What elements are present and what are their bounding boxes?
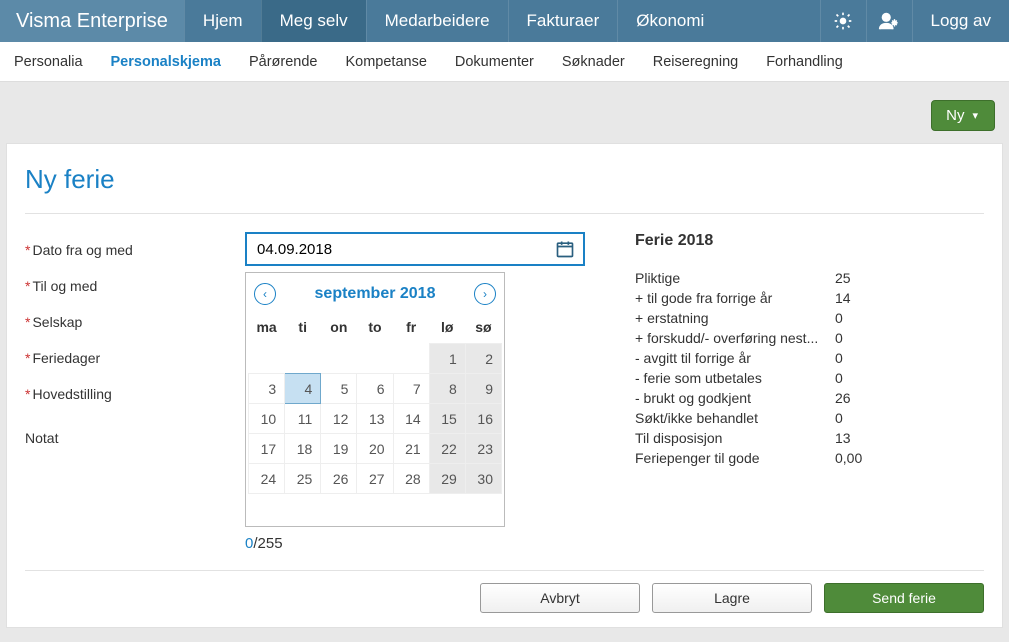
next-month-button[interactable]: › xyxy=(474,283,496,305)
summary-row: Pliktige25 xyxy=(635,268,984,288)
summary-row: + erstatning0 xyxy=(635,308,984,328)
new-button[interactable]: Ny ▾ xyxy=(931,100,995,131)
calendar-day[interactable]: 1 xyxy=(429,344,465,374)
label-date-to: *Til og med xyxy=(25,268,225,304)
send-button[interactable]: Send ferie xyxy=(824,583,984,613)
calendar-day[interactable]: 7 xyxy=(393,374,429,404)
nav-meg-selv[interactable]: Meg selv xyxy=(261,0,366,42)
calendar-day[interactable]: 29 xyxy=(429,464,465,494)
calendar-day[interactable]: 13 xyxy=(357,404,393,434)
calendar-month-label: september 2018 xyxy=(315,285,436,303)
calendar-day[interactable]: 12 xyxy=(321,404,357,434)
subnav-kompetanse[interactable]: Kompetanse xyxy=(345,54,426,70)
nav-hjem[interactable]: Hjem xyxy=(184,0,261,42)
calendar-dow: on xyxy=(321,313,357,344)
summary-row: Til disposisjon13 xyxy=(635,428,984,448)
calendar-day[interactable]: 3 xyxy=(249,374,285,404)
nav-økonomi[interactable]: Økonomi xyxy=(617,0,722,42)
calendar-day[interactable]: 27 xyxy=(357,464,393,494)
admin-user-icon[interactable] xyxy=(866,0,912,42)
calendar-icon[interactable] xyxy=(549,234,581,264)
label-vac-days: *Feriedager xyxy=(25,340,225,376)
prev-month-button[interactable]: ‹ xyxy=(254,283,276,305)
new-button-label: Ny xyxy=(946,107,964,124)
label-date-from: *Dato fra og med xyxy=(25,232,225,268)
calendar-dow: fr xyxy=(393,313,429,344)
calendar-dow: sø xyxy=(465,313,501,344)
calendar-day[interactable]: 11 xyxy=(285,404,321,434)
calendar-dow: lø xyxy=(429,313,465,344)
calendar-day[interactable]: 21 xyxy=(393,434,429,464)
summary-row: Søkt/ikke behandlet0 xyxy=(635,408,984,428)
subnav-personalia[interactable]: Personalia xyxy=(14,54,83,70)
chevron-down-icon: ▾ xyxy=(972,109,978,122)
calendar-day[interactable]: 20 xyxy=(357,434,393,464)
calendar-day[interactable]: 10 xyxy=(249,404,285,434)
summary-row: - ferie som utbetales0 xyxy=(635,368,984,388)
calendar-day[interactable]: 2 xyxy=(465,344,501,374)
calendar-day[interactable]: 9 xyxy=(465,374,501,404)
calendar-day[interactable]: 5 xyxy=(321,374,357,404)
date-from-field[interactable] xyxy=(245,232,585,266)
summary-row: + forskudd/- overføring nest...0 xyxy=(635,328,984,348)
calendar-day[interactable]: 28 xyxy=(393,464,429,494)
summary-row: Feriepenger til gode0,00 xyxy=(635,448,984,468)
page-title: Ny ferie xyxy=(25,164,984,195)
calendar-day[interactable]: 24 xyxy=(249,464,285,494)
cancel-button[interactable]: Avbryt xyxy=(480,583,640,613)
calendar-day[interactable]: 30 xyxy=(465,464,501,494)
calendar-day[interactable]: 19 xyxy=(321,434,357,464)
brand: Visma Enterprise xyxy=(0,0,184,42)
subnav-personalskjema[interactable]: Personalskjema xyxy=(111,54,221,70)
note-counter: 0/255 xyxy=(245,535,585,552)
summary-row: + til gode fra forrige år14 xyxy=(635,288,984,308)
nav-fakturaer[interactable]: Fakturaer xyxy=(508,0,618,42)
calendar-day[interactable]: 18 xyxy=(285,434,321,464)
subnav-pårørende[interactable]: Pårørende xyxy=(249,54,318,70)
calendar-day[interactable]: 15 xyxy=(429,404,465,434)
settings-icon[interactable] xyxy=(820,0,866,42)
calendar-day[interactable]: 16 xyxy=(465,404,501,434)
label-company: *Selskap xyxy=(25,304,225,340)
subnav-søknader[interactable]: Søknader xyxy=(562,54,625,70)
calendar-day[interactable]: 22 xyxy=(429,434,465,464)
subnav-forhandling[interactable]: Forhandling xyxy=(766,54,843,70)
calendar-day[interactable]: 23 xyxy=(465,434,501,464)
summary-heading: Ferie 2018 xyxy=(635,232,984,250)
logoff-link[interactable]: Logg av xyxy=(912,0,1009,42)
calendar-day[interactable]: 17 xyxy=(249,434,285,464)
calendar-dow: ma xyxy=(249,313,285,344)
summary-row: - brukt og godkjent26 xyxy=(635,388,984,408)
calendar-day[interactable]: 8 xyxy=(429,374,465,404)
calendar-day[interactable]: 26 xyxy=(321,464,357,494)
calendar-day[interactable]: 6 xyxy=(357,374,393,404)
subnav-dokumenter[interactable]: Dokumenter xyxy=(455,54,534,70)
label-main-pos: *Hovedstilling xyxy=(25,376,225,412)
calendar-dow: ti xyxy=(285,313,321,344)
calendar-popup: ‹ september 2018 › mationtofrløsø 123456… xyxy=(245,272,505,527)
date-from-input[interactable] xyxy=(247,241,549,258)
calendar-day[interactable]: 14 xyxy=(393,404,429,434)
calendar-day[interactable]: 25 xyxy=(285,464,321,494)
calendar-day[interactable]: 4 xyxy=(285,374,321,404)
label-note: Notat xyxy=(25,420,225,456)
subnav-reiseregning[interactable]: Reiseregning xyxy=(653,54,738,70)
save-button[interactable]: Lagre xyxy=(652,583,812,613)
calendar-dow: to xyxy=(357,313,393,344)
summary-row: - avgitt til forrige år0 xyxy=(635,348,984,368)
nav-medarbeidere[interactable]: Medarbeidere xyxy=(366,0,508,42)
